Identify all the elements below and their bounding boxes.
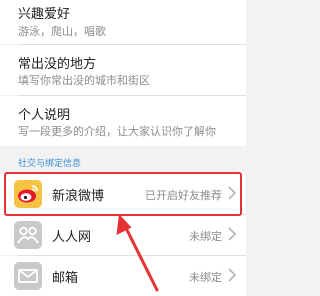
places-row[interactable]: 常出没的地方 填写你常出没的城市和街区 [0,45,246,95]
interests-row[interactable]: 兴趣爱好 游泳，爬山，唱歌 [0,0,246,44]
bio-title: 个人说明 [18,108,71,123]
places-value: 填写你常出没的城市和街区 [18,74,150,87]
mail-label: 邮箱 [52,271,79,286]
mail-status: 未绑定 [189,271,222,284]
chevron-right-icon [228,227,237,241]
renren-label: 人人网 [52,230,92,245]
renren-row[interactable]: 人人网 未绑定 [0,215,246,255]
interests-title: 兴趣爱好 [18,7,71,22]
highlight-box [4,172,242,216]
mail-row[interactable]: 邮箱 未绑定 [0,256,246,296]
renren-status: 未绑定 [189,230,222,243]
chevron-right-icon [228,268,237,282]
interests-value: 游泳，爬山，唱歌 [18,25,106,38]
bio-value: 写一段更多的介绍，让大家认识你了解你 [18,125,216,138]
mail-icon [14,262,42,290]
renren-icon [14,221,42,249]
section-label: 社交与绑定信息 [18,159,82,169]
places-title: 常出没的地方 [18,57,97,72]
profile-settings-screen: 兴趣爱好 游泳，爬山，唱歌 常出没的地方 填写你常出没的城市和街区 个人说明 写… [0,0,246,296]
bio-row[interactable]: 个人说明 写一段更多的介绍，让大家认识你了解你 [0,96,246,146]
